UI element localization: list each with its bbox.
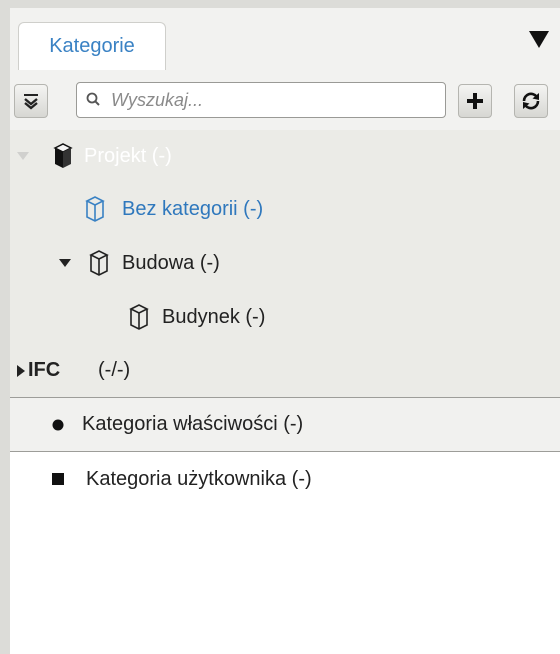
circle-bullet-icon (52, 419, 64, 430)
ifc-label: IFC (28, 359, 61, 381)
add-button[interactable] (458, 84, 492, 118)
cube-icon (85, 196, 105, 222)
tree-item-label: Bez kategorii (-) (122, 197, 264, 220)
cube-icon (129, 304, 149, 330)
expand-arrow-icon[interactable] (58, 256, 72, 270)
tree-item-label: Budynek (-) (162, 305, 266, 328)
search-icon (86, 92, 100, 106)
tab-menu-icon[interactable] (526, 26, 552, 52)
collapse-all-button[interactable] (14, 84, 48, 118)
tree-item-construction[interactable]: Budowa (-) (10, 236, 560, 290)
tree-item-project[interactable]: Projekt (-) (10, 130, 560, 182)
category-tree: Projekt (-) Bez kategorii (-) Budowa (-) (10, 130, 560, 506)
tree-item-building[interactable]: Budynek (-) (10, 290, 560, 344)
tab-strip: Kategorie (10, 8, 560, 71)
search-field[interactable] (76, 82, 446, 118)
tree-item-label: Budowa (-) (122, 251, 220, 274)
tree-item-ifc[interactable]: IFC (-/-) (10, 344, 560, 398)
property-category-item[interactable]: Kategoria właściwości (-) (10, 398, 560, 452)
refresh-icon (522, 92, 540, 110)
search-input[interactable] (109, 88, 433, 112)
category-label: Kategoria użytkownika (-) (86, 467, 312, 490)
plus-icon (467, 93, 483, 109)
category-panel: Kategorie Wyszukaj... Projekt (-) Bez ka… (10, 8, 560, 654)
category-label: Kategoria właściwości (-) (82, 413, 304, 435)
toolbar (10, 70, 560, 130)
square-bullet-icon (52, 473, 64, 485)
tree-item-label: Projekt (-) (84, 144, 172, 167)
refresh-button[interactable] (514, 84, 548, 118)
collapse-all-icon (24, 94, 38, 110)
user-category-item[interactable]: Kategoria użytkownika (-) (10, 452, 560, 506)
ifc-count: (-/-) (98, 359, 131, 381)
cube-icon (89, 250, 109, 276)
expand-arrow-icon[interactable] (16, 149, 30, 163)
expand-arrow-icon[interactable] (14, 364, 28, 378)
tree-item-no-category[interactable]: Bez kategorii (-) (10, 182, 560, 236)
cube-icon (53, 143, 73, 168)
tab-kategorie[interactable]: Kategorie (18, 22, 166, 70)
